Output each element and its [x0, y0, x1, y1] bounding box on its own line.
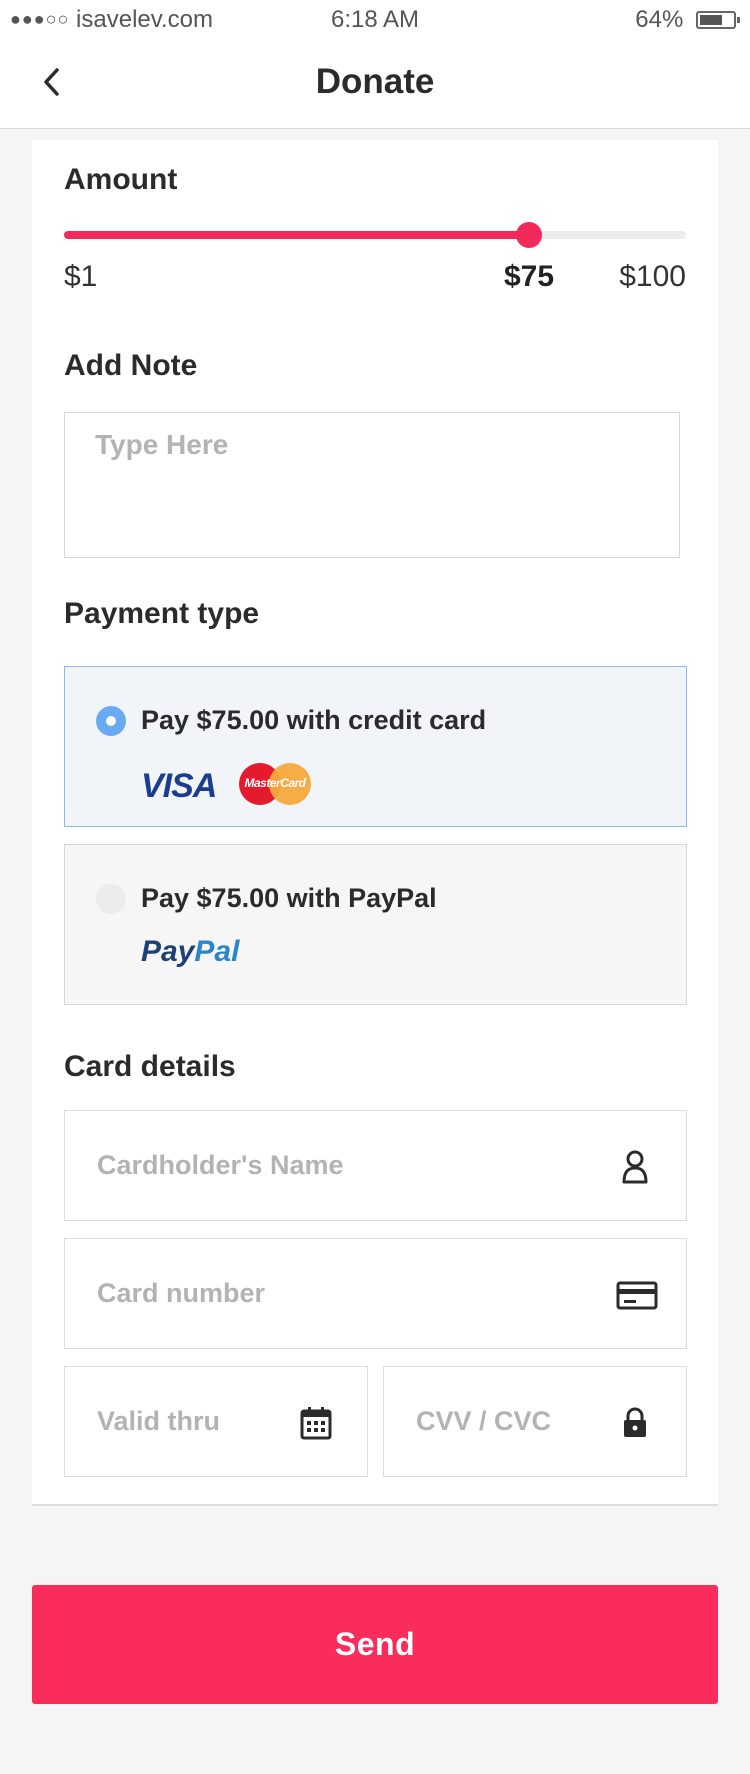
payment-option-label: Pay $75.00 with credit card: [141, 705, 487, 735]
card-number-input[interactable]: [65, 1239, 686, 1348]
paypal-logo: PayPal: [141, 935, 239, 969]
page-title: Donate: [315, 62, 435, 101]
paypal-logo-pal: Pal: [194, 935, 240, 968]
amount-slider[interactable]: [64, 222, 686, 248]
donate-form-card: Amount $1 $75 $100 Add Note Payment type…: [32, 140, 718, 1506]
payment-type-title: Payment type: [64, 597, 260, 630]
card-details-title: Card details: [64, 1050, 236, 1083]
calendar-icon: [300, 1407, 332, 1440]
nav-bar: Donate: [0, 40, 750, 129]
mastercard-text: MasterCard: [244, 776, 306, 790]
amount-max-label: $100: [619, 260, 686, 293]
battery-status: 64%: [635, 6, 740, 34]
visa-logo: VISA: [141, 767, 217, 805]
radio-selected[interactable]: [96, 706, 126, 736]
valid-thru-field: [64, 1366, 368, 1477]
lock-icon: [624, 1407, 646, 1437]
status-bar: ●●●○○ isavelev.com 6:18 AM 64%: [0, 0, 750, 40]
cardholder-name-input[interactable]: [65, 1111, 686, 1220]
user-icon: [622, 1150, 648, 1184]
slider-fill: [64, 231, 529, 239]
payment-option-label: Pay $75.00 with PayPal: [141, 883, 437, 913]
amount-min-label: $1: [64, 260, 98, 293]
credit-card-icon: [616, 1281, 658, 1310]
amount-title: Amount: [64, 163, 178, 196]
cvv-field: [383, 1366, 687, 1477]
cardholder-name-field: [64, 1110, 687, 1221]
battery-icon: [696, 11, 740, 29]
payment-option-paypal[interactable]: Pay $75.00 with PayPal PayPal: [64, 844, 687, 1005]
note-input[interactable]: [65, 413, 679, 557]
add-note-title: Add Note: [64, 349, 198, 382]
note-field: [64, 412, 680, 558]
mastercard-logo: MasterCard: [239, 763, 311, 805]
battery-percent: 64%: [635, 6, 684, 33]
card-number-field: [64, 1238, 687, 1349]
send-button[interactable]: Send: [32, 1585, 718, 1704]
radio-unselected[interactable]: [96, 884, 126, 914]
payment-option-credit-card[interactable]: Pay $75.00 with credit card VISA MasterC…: [64, 666, 687, 827]
paypal-logo-pay: Pay: [141, 935, 195, 968]
slider-thumb[interactable]: [516, 222, 542, 248]
